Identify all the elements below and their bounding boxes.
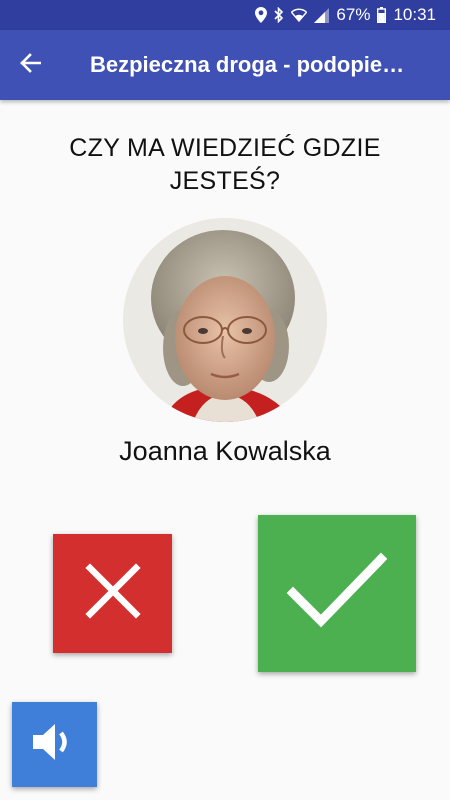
close-icon (84, 563, 141, 624)
app-title: Bezpieczna droga - podopie… (90, 52, 405, 77)
app-bar: Bezpieczna droga - podopie… (0, 30, 450, 100)
avatar (123, 218, 327, 422)
back-button[interactable] (0, 30, 60, 100)
question-text: CZY MA WIEDZIEĆ GDZIE JESTEŚ? (69, 134, 381, 195)
location-icon (255, 7, 268, 23)
status-bar: 67% 10:31 (0, 0, 450, 30)
contact-name: Joanna Kowalska (119, 436, 331, 466)
play-sound-button[interactable] (12, 702, 97, 787)
status-time: 10:31 (393, 5, 436, 24)
arrow-back-icon (19, 52, 42, 79)
signal-icon (314, 7, 330, 23)
bluetooth-icon (274, 7, 284, 23)
wifi-icon (291, 8, 308, 22)
check-icon (286, 551, 388, 636)
battery-percent: 67% (336, 5, 371, 24)
battery-icon (377, 7, 387, 23)
volume-icon (31, 720, 79, 769)
decline-button[interactable] (53, 534, 172, 653)
accept-button[interactable] (258, 515, 416, 672)
